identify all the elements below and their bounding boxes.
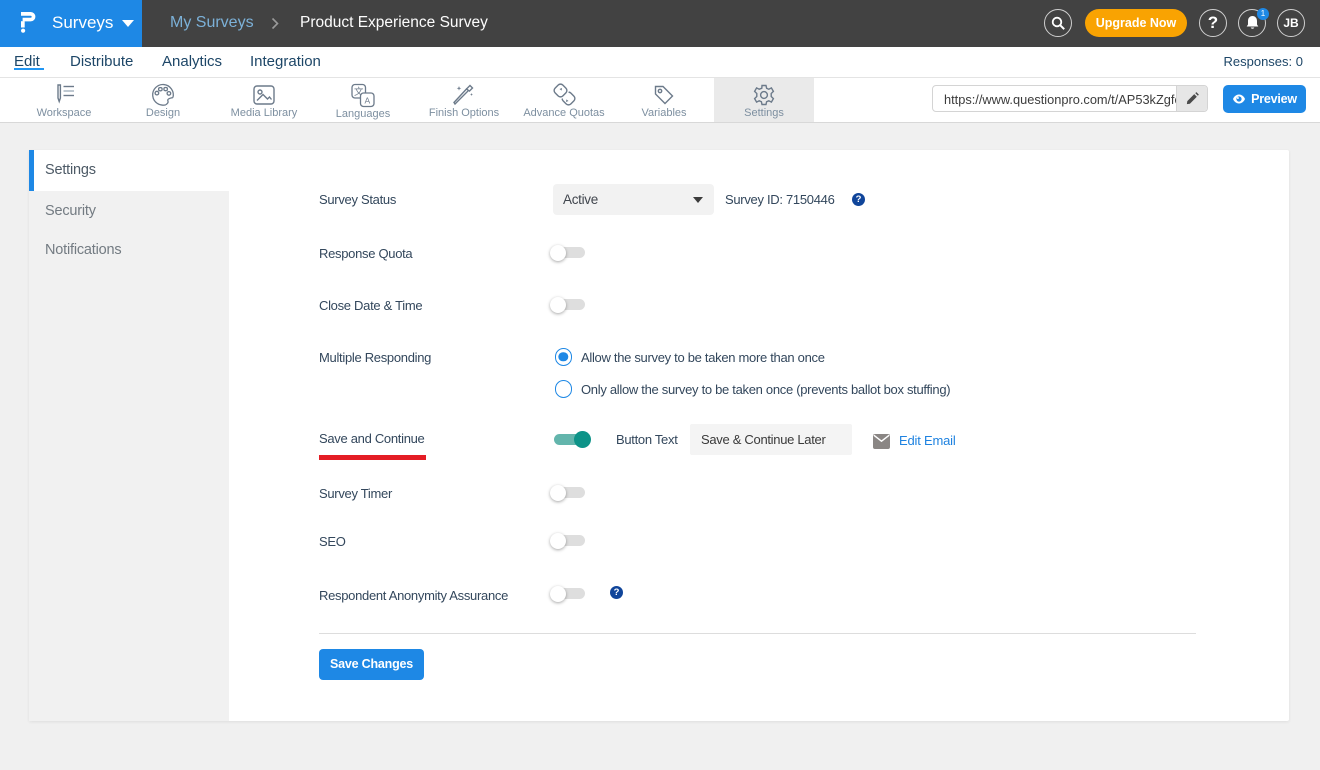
svg-text:A: A xyxy=(364,96,370,106)
